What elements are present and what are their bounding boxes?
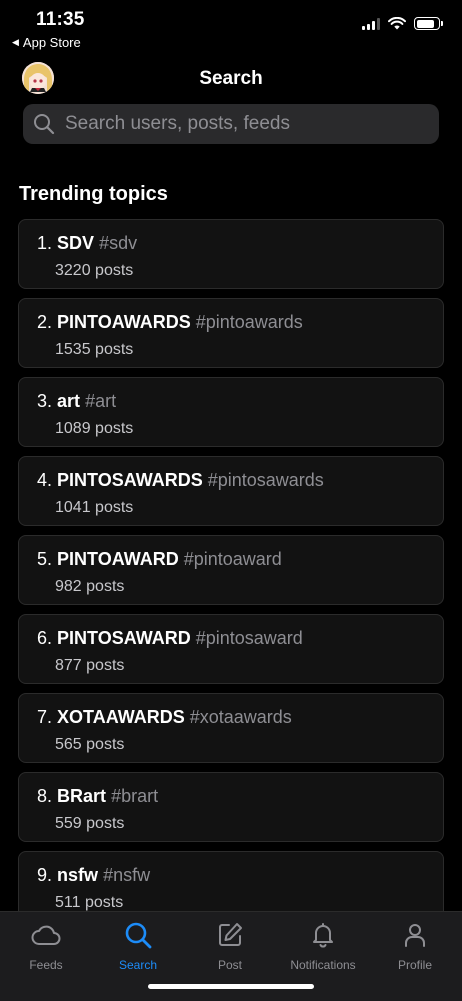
topic-rank: 6. (37, 628, 53, 648)
topic-hashtag: #pintoawards (195, 312, 303, 332)
topic-hashtag: #nsfw (103, 865, 151, 885)
topic-name: art (57, 391, 81, 411)
topic-name: PINTOAWARD (57, 549, 179, 569)
topic-post-count: 559 posts (55, 815, 125, 832)
search-bar[interactable] (23, 104, 439, 144)
topic-rank: 9. (37, 865, 53, 885)
search-icon (34, 114, 55, 135)
topic-name: PINTOSAWARD (57, 628, 191, 648)
back-app-label: App Store (22, 35, 81, 50)
topic-name: SDV (57, 233, 95, 253)
tab-feeds[interactable]: Feeds (0, 920, 92, 972)
status-bar: 11:35 ◀ App Store (0, 0, 462, 52)
topic-post-count: 511 posts (55, 894, 124, 911)
person-icon (405, 924, 425, 947)
topic-hashtag: #pintoaward (183, 549, 282, 569)
trending-topic-item[interactable]: 2. PINTOAWARDS #pintoawards 1535 posts (18, 298, 444, 368)
topic-name: XOTAAWARDS (57, 707, 185, 727)
header: Search (0, 56, 462, 100)
search-icon (125, 922, 152, 949)
topic-hashtag: #pintosawards (207, 470, 324, 490)
topic-hashtag: #brart (111, 786, 159, 806)
status-icons (362, 17, 443, 30)
back-to-app-store-link[interactable]: ◀ App Store (12, 35, 81, 50)
topic-hashtag: #pintosaward (195, 628, 303, 648)
topic-hashtag: #xotaawards (189, 707, 292, 727)
tab-label: Notifications (290, 958, 356, 972)
topic-rank: 7. (37, 707, 53, 727)
page-title: Search (199, 68, 263, 89)
topic-rank: 2. (37, 312, 53, 332)
tab-label: Search (118, 958, 158, 972)
trending-topics-heading: Trending topics (19, 183, 168, 205)
trending-topics-list: 1. SDV #sdv 3220 posts 2. PINTOAWARDS #p… (18, 219, 444, 930)
topic-rank: 1. (37, 233, 53, 253)
topic-post-count: 1535 posts (55, 341, 134, 358)
tab-label: Feeds (29, 958, 63, 972)
topic-post-count: 982 posts (55, 578, 125, 595)
trending-topic-item[interactable]: 6. PINTOSAWARD #pintosaward 877 posts (18, 614, 444, 684)
trending-topic-item[interactable]: 3. art #art 1089 posts (18, 377, 444, 447)
topic-hashtag: #art (85, 391, 117, 411)
topic-name: BRart (57, 786, 107, 806)
topic-rank: 5. (37, 549, 53, 569)
home-indicator[interactable] (148, 984, 314, 989)
trending-topic-item[interactable]: 8. BRart #brart 559 posts (18, 772, 444, 842)
tab-search[interactable]: Search (92, 920, 184, 972)
tab-post[interactable]: Post (184, 920, 276, 972)
cloud-icon (31, 925, 61, 945)
topic-rank: 3. (37, 391, 53, 411)
status-time: 11:35 (36, 9, 85, 30)
trending-topic-item[interactable]: 7. XOTAAWARDS #xotaawards 565 posts (18, 693, 444, 763)
trending-topic-item[interactable]: 5. PINTOAWARD #pintoaward 982 posts (18, 535, 444, 605)
search-input[interactable] (63, 112, 427, 136)
tab-profile[interactable]: Profile (369, 920, 461, 972)
topic-post-count: 3220 posts (55, 262, 134, 279)
topic-rank: 8. (37, 786, 53, 806)
trending-topic-item[interactable]: 4. PINTOSAWARDS #pintosawards 1041 posts (18, 456, 444, 526)
topic-post-count: 1089 posts (55, 420, 134, 437)
wifi-icon (388, 17, 406, 30)
back-triangle-icon: ◀ (12, 37, 19, 47)
cellular-signal-icon (362, 17, 380, 30)
trending-topic-item[interactable]: 1. SDV #sdv 3220 posts (18, 219, 444, 289)
battery-icon (414, 17, 443, 30)
topic-hashtag: #sdv (99, 233, 138, 253)
topic-name: PINTOAWARDS (57, 312, 191, 332)
compose-icon (219, 923, 242, 946)
tab-label: Post (217, 958, 242, 972)
topic-name: nsfw (57, 865, 99, 885)
topic-rank: 4. (37, 470, 53, 490)
topic-post-count: 1041 posts (55, 499, 134, 516)
topic-post-count: 565 posts (55, 736, 125, 753)
bell-icon (313, 923, 333, 948)
topic-name: PINTOSAWARDS (57, 470, 203, 490)
tab-label: Profile (397, 958, 432, 972)
topic-post-count: 877 posts (55, 657, 125, 674)
tab-notifications[interactable]: Notifications (277, 920, 369, 972)
